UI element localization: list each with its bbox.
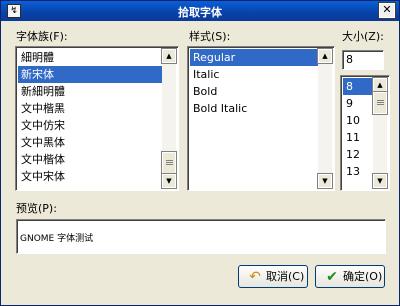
arrow-down-icon[interactable]: ▼	[161, 173, 177, 189]
arrow-up-icon[interactable]: ▲	[372, 77, 388, 93]
size-list-item[interactable]: 13	[343, 163, 373, 180]
style-list[interactable]: Regular Italic Bold Bold Italic ▲ ▼	[187, 46, 335, 191]
size-label: 大小(Z):	[342, 30, 384, 43]
size-list-item[interactable]: 12	[343, 146, 373, 163]
arrow-down-icon[interactable]: ▼	[372, 173, 388, 189]
family-list-item[interactable]: 新宋体	[18, 66, 162, 83]
cancel-button-label: 取消(C)	[266, 270, 305, 283]
preview-text: GNOME 字体测试	[20, 234, 94, 244]
size-scrollbar[interactable]: ▲ ▼	[372, 77, 388, 189]
style-list-item[interactable]: Bold	[190, 83, 318, 100]
family-list-item[interactable]: 新細明體	[18, 83, 162, 100]
ok-button-label: 确定(O)	[343, 270, 383, 283]
family-list-item[interactable]: 文中楷体	[18, 151, 162, 168]
window-title: 拾取字体	[178, 6, 222, 19]
family-scrollbar[interactable]: ▲ ▼	[161, 48, 177, 189]
arrow-up-icon[interactable]: ▲	[161, 48, 177, 64]
family-list-item[interactable]: 文中仿宋	[18, 117, 162, 134]
preview-label: 预览(P):	[16, 202, 57, 215]
size-list-item[interactable]: 10	[343, 112, 373, 129]
size-list-item[interactable]: 11	[343, 129, 373, 146]
family-list-item[interactable]: 文中黑体	[18, 134, 162, 151]
family-list[interactable]: 細明體 新宋体 新細明體 文中楷黑 文中仿宋 文中黑体 文中楷体 文中宋体 ▲ ▼	[15, 46, 179, 191]
cancel-button[interactable]: ↶ 取消(C)	[238, 265, 308, 288]
family-list-item[interactable]: 文中楷黑	[18, 100, 162, 117]
style-label: 样式(S):	[189, 30, 231, 43]
font-picker-dialog: ↯ 拾取字体 ✕ 字体族(F): 細明體 新宋体 新細明體 文中楷黑 文中仿宋 文中黑体文…	[0, 0, 400, 306]
ok-button[interactable]: ✔ 确定(O)	[315, 265, 385, 288]
close-button[interactable]: ✕	[378, 2, 396, 19]
size-input[interactable]: 8	[342, 50, 384, 70]
size-list-item[interactable]: 9	[343, 95, 373, 112]
undo-arrow-icon: ↶	[249, 269, 261, 285]
style-list-item[interactable]: Regular	[190, 49, 318, 66]
size-list[interactable]: 8 9 10 11 12 13 ▲ ▼	[340, 75, 390, 191]
style-scrollbar[interactable]: ▲ ▼	[317, 48, 333, 189]
family-list-item[interactable]: 文中宋体	[18, 168, 162, 185]
family-scroll-thumb[interactable]	[161, 151, 177, 175]
arrow-down-icon[interactable]: ▼	[317, 173, 333, 189]
family-label: 字体族(F):	[16, 30, 68, 43]
preview-field[interactable]: GNOME 字体测试	[16, 219, 386, 254]
style-list-item[interactable]: Bold Italic	[190, 100, 318, 117]
checkmark-icon: ✔	[326, 269, 338, 285]
family-list-item[interactable]: 細明體	[18, 49, 162, 66]
style-list-item[interactable]: Italic	[190, 66, 318, 83]
size-scroll-thumb[interactable]	[372, 91, 388, 115]
title-bar[interactable]: ↯ 拾取字体 ✕	[1, 1, 399, 21]
arrow-up-icon[interactable]: ▲	[317, 48, 333, 64]
size-list-item[interactable]: 8	[343, 78, 373, 95]
